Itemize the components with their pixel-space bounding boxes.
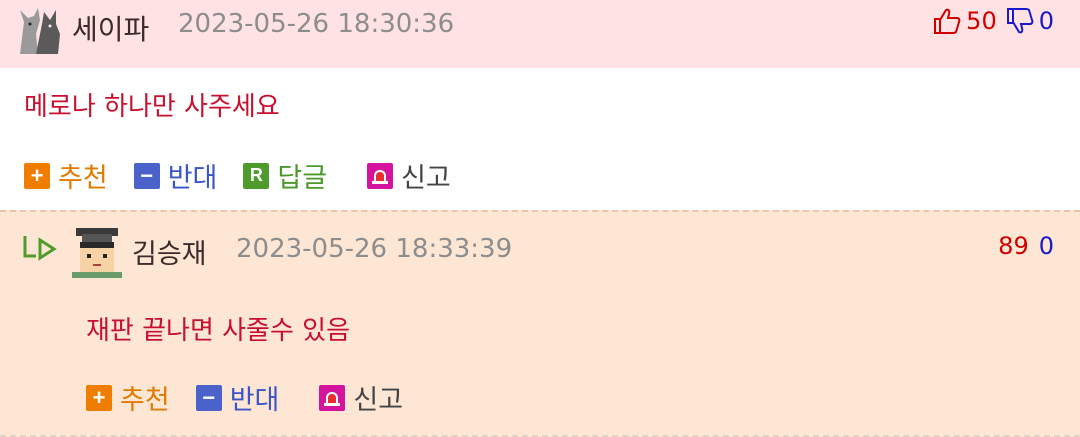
reply-button[interactable]: R 답글	[243, 156, 327, 195]
oppose-label: 반대	[167, 163, 218, 194]
reply-down-count: 0	[1038, 232, 1054, 260]
comment-actions: + 추천 − 반대 R 답글 신고	[24, 156, 477, 195]
reply-text: 재판 끝나면 사줄수 있음	[86, 316, 350, 346]
reply-arrow-icon	[23, 236, 57, 261]
recommend-button[interactable]: + 추천	[86, 378, 170, 417]
down-count: 0	[1038, 7, 1054, 35]
report-label: 신고	[353, 385, 404, 416]
avatar[interactable]	[70, 224, 124, 278]
avatar[interactable]	[14, 4, 66, 56]
report-label: 신고	[401, 163, 451, 194]
vote-summary: 50 0	[932, 6, 1054, 36]
minus-icon: −	[133, 162, 160, 189]
oppose-button[interactable]: − 반대	[133, 156, 218, 195]
plus-icon: +	[86, 384, 112, 411]
report-button[interactable]: 신고	[319, 378, 403, 417]
recommend-button[interactable]: + 추천	[24, 156, 108, 195]
minus-icon: −	[195, 384, 222, 411]
reply-up-count: 89	[998, 232, 1029, 260]
up-count: 50	[966, 7, 997, 35]
plus-icon: +	[24, 162, 50, 189]
oppose-label: 반대	[229, 385, 280, 416]
thumbs-up-icon[interactable]	[932, 6, 962, 36]
reply-comment: 김승재 2023-05-26 18:33:39 89 0 재판 끝나면 사줄수 …	[0, 210, 1080, 437]
comment-nickname[interactable]: 세이파	[72, 8, 149, 48]
siren-icon	[367, 162, 394, 189]
report-button[interactable]: 신고	[367, 156, 451, 195]
comment-date: 2023-05-26 18:30:36	[178, 9, 455, 39]
reply-vote-summary: 89 0	[998, 232, 1054, 260]
reply-actions: + 추천 − 반대 신고	[86, 378, 429, 417]
comment-header: 세이파 2023-05-26 18:30:36 50 0	[0, 0, 1080, 68]
recommend-label: 추천	[120, 385, 170, 416]
siren-icon	[319, 384, 346, 411]
recommend-label: 추천	[58, 163, 108, 194]
thumbs-down-icon[interactable]	[1005, 6, 1035, 36]
reply-label: 답글	[277, 163, 328, 194]
comment-text: 메로나 하나만 사주세요	[24, 92, 280, 122]
oppose-button[interactable]: − 반대	[195, 378, 280, 417]
reply-date: 2023-05-26 18:33:39	[236, 234, 513, 264]
reply-nickname[interactable]: 김승재	[132, 232, 207, 271]
reply-r-icon: R	[243, 162, 270, 189]
